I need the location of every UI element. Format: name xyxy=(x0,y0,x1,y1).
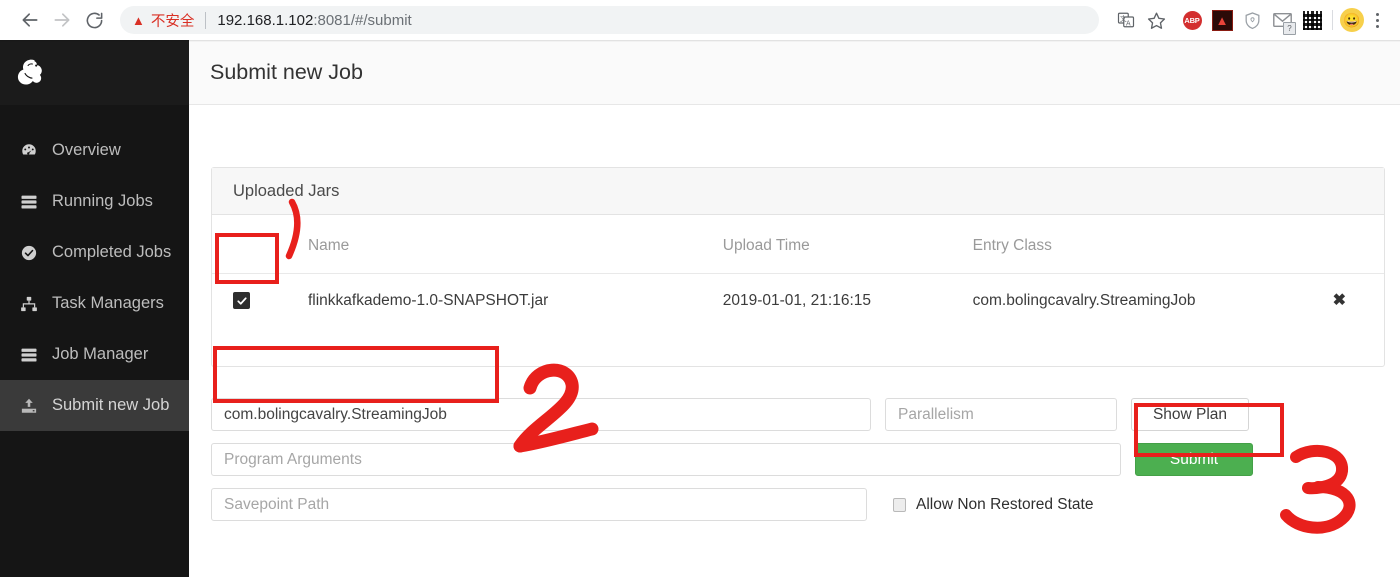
upload-icon xyxy=(20,397,42,415)
omnibox-divider xyxy=(205,11,207,29)
sidebar-item-label: Running Jobs xyxy=(52,192,153,210)
forward-arrow-icon[interactable] xyxy=(46,4,78,36)
url-host: 192.168.1.102 xyxy=(217,11,314,29)
uploaded-jars-title: Uploaded Jars xyxy=(212,168,1384,215)
table-header-row: Name Upload Time Entry Class xyxy=(212,215,1384,274)
form-row-entry-class: Show Plan xyxy=(211,398,1385,431)
adblock-plus-label: ABP xyxy=(1182,10,1202,30)
sidebar-item-running-jobs[interactable]: Running Jobs xyxy=(0,176,189,227)
sidebar: Overview Running Jobs Completed Jobs Tas… xyxy=(0,40,189,577)
sidebar-item-task-managers[interactable]: Task Managers xyxy=(0,278,189,329)
column-header-name: Name xyxy=(307,215,723,274)
submit-job-form: Show Plan Submit Allow Non Restored Stat… xyxy=(211,398,1385,533)
column-header-select xyxy=(212,215,308,274)
toolbar-divider xyxy=(1332,10,1333,30)
page-header: Submit new Job xyxy=(189,40,1400,105)
server-stack-icon xyxy=(20,193,42,211)
omnibox-actions: 文A xyxy=(1111,5,1171,35)
extensions-area: ABP ▲ ? xyxy=(1179,7,1325,35)
uploaded-jars-card: Uploaded Jars Name Upload Time Entry Cla… xyxy=(211,167,1385,367)
form-row-program-args: Submit xyxy=(211,443,1385,476)
sidebar-item-submit-new-job[interactable]: Submit new Job xyxy=(0,380,189,431)
jar-entry-class: com.bolingcavalry.StreamingJob xyxy=(972,292,1196,309)
parallelism-input[interactable] xyxy=(885,398,1117,431)
url-path: :8081/#/submit xyxy=(313,11,412,29)
svg-text:A: A xyxy=(1126,19,1131,27)
savepoint-path-input[interactable] xyxy=(211,488,867,521)
adobe-acrobat-icon[interactable]: ▲ xyxy=(1209,7,1235,33)
avatar[interactable]: 😀 xyxy=(1340,8,1364,32)
column-header-entry-class: Entry Class xyxy=(972,215,1333,274)
allow-non-restored-state-row[interactable]: Allow Non Restored State xyxy=(893,496,1093,514)
sidebar-item-overview[interactable]: Overview xyxy=(0,125,189,176)
entry-class-input[interactable] xyxy=(211,398,871,431)
squirrel-glyph xyxy=(17,59,42,85)
main-content: Uploaded Jars Name Upload Time Entry Cla… xyxy=(189,106,1400,577)
address-bar[interactable]: ▲ 不安全 192.168.1.102:8081/#/submit xyxy=(120,6,1099,34)
allow-non-restored-state-checkbox[interactable] xyxy=(893,497,906,512)
check-circle-icon xyxy=(20,244,42,262)
column-header-upload-time: Upload Time xyxy=(722,215,973,274)
qr-code-extension-icon[interactable] xyxy=(1299,7,1325,33)
uploaded-jars-body: Name Upload Time Entry Class flinkkafkad… xyxy=(212,215,1384,366)
sidebar-item-completed-jobs[interactable]: Completed Jobs xyxy=(0,227,189,278)
kebab-menu-icon[interactable] xyxy=(1364,5,1390,35)
form-row-savepoint: Allow Non Restored State xyxy=(211,488,1385,521)
uploaded-jars-table: Name Upload Time Entry Class flinkkafkad… xyxy=(212,215,1384,366)
flink-dashboard: Overview Running Jobs Completed Jobs Tas… xyxy=(0,40,1400,577)
table-row[interactable]: flinkkafkademo-1.0-SNAPSHOT.jar 2019-01-… xyxy=(212,274,1384,329)
jar-name: flinkkafkademo-1.0-SNAPSHOT.jar xyxy=(307,292,549,309)
insecure-warning-icon: ▲ xyxy=(132,12,145,28)
translate-icon[interactable]: 文A xyxy=(1111,5,1141,35)
star-icon[interactable] xyxy=(1141,5,1171,35)
close-icon[interactable]: ✖ xyxy=(1333,292,1346,309)
url-text: 192.168.1.102:8081/#/submit xyxy=(217,12,411,29)
gmail-badge-label: ? xyxy=(1283,22,1296,35)
server-stack-icon xyxy=(20,346,42,364)
table-spacer-row xyxy=(212,328,1384,366)
program-arguments-input[interactable] xyxy=(211,443,1121,476)
gmail-extension-icon[interactable]: ? xyxy=(1269,7,1296,35)
apache-flink-squirrel-logo[interactable] xyxy=(0,40,189,105)
jar-row-checkbox[interactable] xyxy=(233,292,250,310)
jar-upload-time: 2019-01-01, 21:16:15 xyxy=(722,292,871,309)
sidebar-nav: Overview Running Jobs Completed Jobs Tas… xyxy=(0,105,189,431)
sidebar-item-label: Submit new Job xyxy=(52,396,170,414)
toolbar-shadow xyxy=(0,40,1400,42)
dashboard-icon xyxy=(20,142,42,160)
shield-extension-icon[interactable] xyxy=(1239,7,1265,33)
browser-toolbar: ▲ 不安全 192.168.1.102:8081/#/submit 文A ABP… xyxy=(0,0,1400,40)
qr-code-glyph xyxy=(1302,10,1322,30)
column-header-delete xyxy=(1332,215,1384,274)
back-arrow-icon[interactable] xyxy=(14,4,46,36)
allow-non-restored-state-label: Allow Non Restored State xyxy=(916,495,1094,513)
submit-button[interactable]: Submit xyxy=(1135,443,1253,476)
sidebar-item-job-manager[interactable]: Job Manager xyxy=(0,329,189,380)
adblock-plus-icon[interactable]: ABP xyxy=(1179,7,1205,33)
page-title: Submit new Job xyxy=(210,59,363,84)
insecure-warning-label: 不安全 xyxy=(150,13,195,30)
sitemap-icon xyxy=(20,295,42,313)
sidebar-item-label: Job Manager xyxy=(52,345,149,363)
sidebar-item-label: Completed Jobs xyxy=(52,243,172,261)
sidebar-item-label: Task Managers xyxy=(52,294,164,312)
adobe-acrobat-glyph: ▲ xyxy=(1211,9,1233,31)
reload-icon[interactable] xyxy=(78,4,110,36)
jar-delete-cell[interactable]: ✖ xyxy=(1333,274,1384,329)
show-plan-button[interactable]: Show Plan xyxy=(1131,398,1249,431)
jar-row-checkbox-cell[interactable] xyxy=(212,274,308,329)
sidebar-item-label: Overview xyxy=(52,141,121,159)
